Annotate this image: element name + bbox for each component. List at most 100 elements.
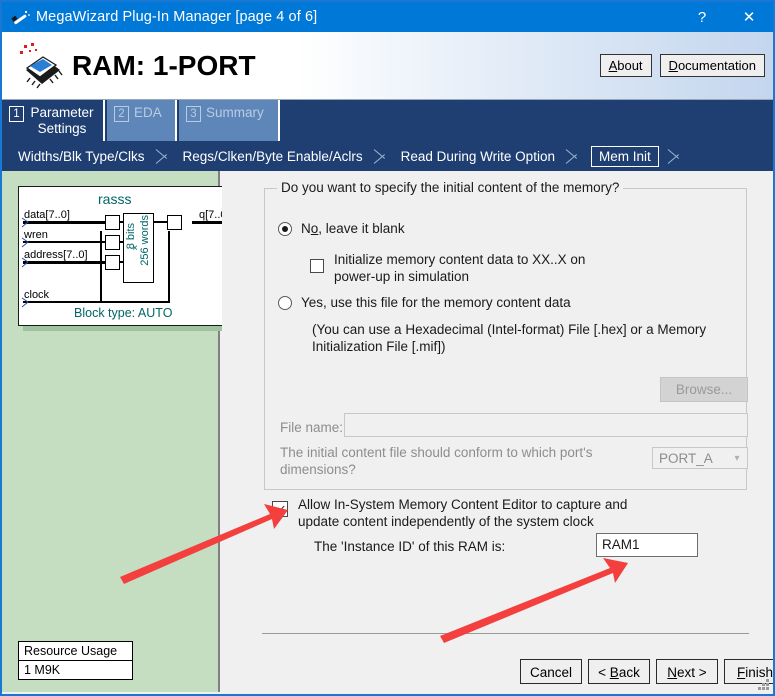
init-xx-checkbox-label: Initialize memory content data to XX..X … <box>334 251 585 285</box>
init-xx-line1: Initialize memory content data to XX..X … <box>334 252 586 267</box>
port-dimensions-question: The initial content file should conform … <box>280 444 640 478</box>
next-button[interactable]: Next > <box>656 659 718 684</box>
back-button[interactable]: < Back <box>588 659 650 684</box>
tab-summary[interactable]: 3 Summary <box>179 100 280 141</box>
wire-clock-vertical <box>100 231 102 303</box>
file-name-label: File name: <box>280 420 344 435</box>
radio-yes-use-file-indicator <box>278 295 292 310</box>
instance-id-label: The 'Instance ID' of this RAM is: <box>314 539 506 554</box>
chevron-down-icon: ▾ <box>734 452 740 464</box>
wire-clock-to-regq <box>168 231 170 303</box>
wire-reg-data-core <box>120 221 124 223</box>
documentation-label-rest: ocumentation <box>677 58 756 73</box>
radio-yes-use-file[interactable]: Yes, use this file for the memory conten… <box>278 295 571 310</box>
help-button[interactable]: ? <box>679 2 725 32</box>
crumb-read-during-write-option[interactable]: Read During Write Option <box>395 149 561 164</box>
cancel-button[interactable]: Cancel <box>520 659 582 684</box>
close-icon[interactable]: ✕ <box>725 2 773 32</box>
chevron-right-icon-2 <box>369 141 395 171</box>
about-label-rest: bout <box>617 58 643 73</box>
tab-label-line2: Settings <box>37 121 87 136</box>
back-accel: B <box>609 665 619 680</box>
instance-id-value: RAM1 <box>602 537 640 552</box>
chevron-right-icon-3 <box>561 141 587 171</box>
chevron-right-icon-4 <box>663 141 689 171</box>
file-format-hint: (You can use a Hexadecimal (Intel-format… <box>312 321 732 355</box>
port-question-line2: dimensions? <box>280 462 356 477</box>
resource-usage-header: Resource Usage <box>19 642 132 661</box>
step-tab-bar: 1 Parameter Settings 2 EDA 3 Summary <box>2 100 773 141</box>
tab-label-line1: Parameter <box>30 105 94 120</box>
block-diagram: rasss data[7..0] wren address[7..0] cloc… <box>18 186 242 326</box>
file-name-input[interactable] <box>344 413 748 437</box>
init-xx-checkbox-indicator <box>310 259 324 273</box>
radio-no-leave-blank-label: No, leave it blank <box>301 221 405 236</box>
about-button[interactable]: About <box>599 54 652 77</box>
about-accel: A <box>608 58 618 73</box>
hint-line2: Initialization File [.mif]) <box>312 339 446 354</box>
breadcrumb: Widths/Blk Type/Clks Regs/Clken/Byte Ena… <box>2 141 773 171</box>
allow-in-system-memory-content-editor-checkbox[interactable]: Allow In-System Memory Content Editor to… <box>272 496 627 530</box>
page-header: RAM: 1-PORT About Documentation <box>2 32 773 100</box>
resize-grip-icon[interactable] <box>758 679 770 691</box>
init-xx-line2: power-up in simulation <box>334 269 470 284</box>
finish-rest: inish <box>745 665 773 680</box>
diagram-reg-address <box>105 255 120 270</box>
allow-ism-line1: Allow In-System Memory Content Editor to… <box>298 497 628 512</box>
port-select[interactable]: PORT_A ▾ <box>652 447 748 469</box>
browse-button[interactable]: Browse... <box>660 377 748 402</box>
preview-panel: rasss data[7..0] wren address[7..0] cloc… <box>2 171 247 692</box>
tab-number-2: 2 <box>114 106 129 122</box>
chevron-right-icon-1 <box>151 141 177 171</box>
hint-line1: (You can use a Hexadecimal (Intel-format… <box>312 322 707 337</box>
init-xx-checkbox[interactable]: Initialize memory content data to XX..X … <box>310 251 585 285</box>
radio-yes-use-file-label: Yes, use this file for the memory conten… <box>301 295 571 310</box>
instance-id-input[interactable]: RAM1 <box>596 533 698 557</box>
diagram-reg-q <box>167 215 182 230</box>
page-title: RAM: 1-PORT <box>72 49 256 81</box>
allow-ism-line2: update content independently of the syst… <box>298 514 594 529</box>
megawizard-chip-icon <box>10 40 66 92</box>
port-question-line1: The initial content file should conform … <box>280 445 593 460</box>
window-title: MegaWizard Plug-In Manager [page 4 of 6] <box>36 9 318 25</box>
documentation-accel: D <box>668 58 678 73</box>
tab-number-3: 3 <box>186 106 201 122</box>
radio-no-label-post: , leave it blank <box>318 221 405 236</box>
allow-ism-checkbox-label: Allow In-System Memory Content Editor to… <box>298 496 627 530</box>
crumb-mem-init[interactable]: Mem Init <box>590 145 659 167</box>
tab-parameter-settings[interactable]: 1 Parameter Settings <box>2 100 105 141</box>
file-name-value <box>345 414 747 418</box>
back-rest: ack <box>618 665 640 680</box>
port-select-value: PORT_A <box>659 450 713 466</box>
finish-accel: F <box>736 665 746 680</box>
wire-reg-address-core <box>120 261 124 263</box>
back-prefix: < <box>598 665 610 680</box>
footer-bar: Cancel < Back Next > Finish <box>222 654 773 694</box>
radio-no-label-pre: N <box>301 221 311 236</box>
next-accel: N <box>667 665 678 680</box>
documentation-button[interactable]: Documentation <box>659 54 765 77</box>
next-rest: ext > <box>677 665 707 680</box>
diagram-reg-wren <box>105 235 120 250</box>
crumb-widths-blk-type-clks[interactable]: Widths/Blk Type/Clks <box>12 149 151 164</box>
crumb-regs-clken-byte-enable-aclrs[interactable]: Regs/Clken/Byte Enable/Aclrs <box>177 149 369 164</box>
resource-usage-box: Resource Usage 1 M9K <box>18 641 133 680</box>
tab-label-parameter-settings: Parameter Settings <box>29 105 95 137</box>
wire-core-regq <box>154 221 167 223</box>
radio-no-leave-blank[interactable]: No, leave it blank <box>278 221 405 236</box>
wire-reg-wren-core <box>120 241 124 243</box>
diagram-reg-data <box>105 215 120 230</box>
main-content: Do you want to specify the initial conte… <box>222 171 773 692</box>
allow-ism-checkbox-indicator <box>272 501 288 517</box>
diagram-memory-sep: × <box>132 243 138 254</box>
diagram-block-type: Block type: AUTO <box>74 306 173 320</box>
footer-separator <box>262 633 749 634</box>
tab-label-summary: Summary <box>206 105 264 120</box>
tab-label-eda: EDA <box>134 105 162 120</box>
tab-number-1: 1 <box>9 106 24 122</box>
tab-eda[interactable]: 2 EDA <box>107 100 177 141</box>
resource-usage-value: 1 M9K <box>24 663 61 677</box>
diagram-memory-depth: 256 words <box>139 215 151 266</box>
mem-init-group-title: Do you want to specify the initial conte… <box>277 180 624 195</box>
wizard-wand-icon <box>6 3 34 31</box>
